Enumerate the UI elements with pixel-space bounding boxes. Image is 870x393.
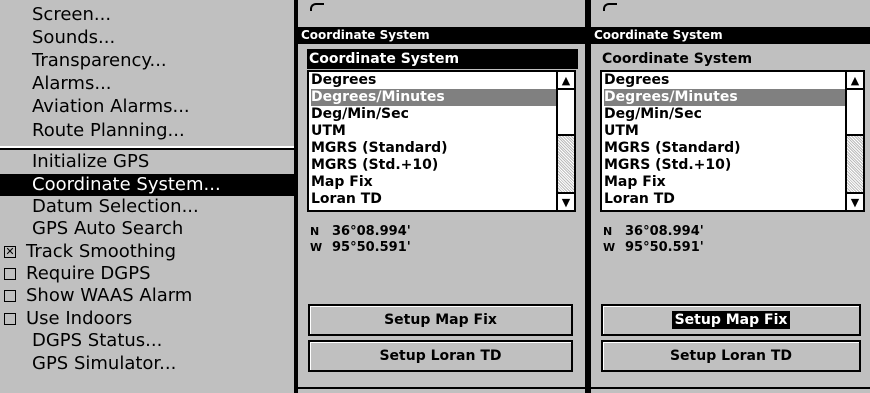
scroll-thumb[interactable]: [558, 90, 574, 136]
list-item[interactable]: MGRS (Std.+10): [311, 157, 558, 174]
menu-divider-shadow: [0, 148, 294, 150]
list-item[interactable]: Loran TD: [311, 191, 558, 208]
menu-item[interactable]: Route Planning...: [0, 120, 294, 142]
window-corner-icon: [603, 3, 617, 11]
setup-map-fix-button[interactable]: Setup Map Fix: [601, 304, 861, 336]
setup-loran-td-label: Setup Loran TD: [669, 348, 793, 364]
list-item[interactable]: MGRS (Standard): [311, 140, 558, 157]
checkbox-unchecked-icon[interactable]: [4, 268, 16, 280]
latitude-hemisphere: N: [603, 225, 613, 238]
scroll-up-icon[interactable]: ▲: [558, 72, 574, 90]
list-scrollbar[interactable]: ▲ ▼: [556, 72, 574, 210]
coordinate-system-dialog-after: Coordinate System Coordinate System Degr…: [591, 0, 870, 393]
bottom-border: [298, 387, 585, 389]
longitude-hemisphere: W: [310, 241, 323, 254]
scroll-down-icon[interactable]: ▼: [847, 192, 863, 210]
longitude-hemisphere: W: [603, 241, 616, 254]
menu-item[interactable]: Sounds...: [0, 27, 294, 49]
latitude-value: 36°08.994': [625, 224, 704, 239]
setup-loran-td-label: Setup Loran TD: [379, 348, 502, 364]
menu-item-label: Route Planning...: [32, 120, 185, 141]
dialog-title: Coordinate System: [591, 27, 870, 44]
latitude-value: 36°08.994': [332, 224, 411, 239]
menu-item-label: GPS Auto Search: [32, 218, 184, 239]
menu-item-label: Datum Selection...: [32, 196, 199, 217]
list-item[interactable]: Map Fix: [604, 174, 847, 191]
checkbox-unchecked-icon[interactable]: [4, 290, 16, 302]
section-label: Coordinate System: [307, 49, 578, 69]
menu-item[interactable]: Screen...: [0, 4, 294, 26]
list-item[interactable]: Degrees: [311, 72, 558, 89]
list-item[interactable]: Map Fix: [311, 174, 558, 191]
list-item[interactable]: Degrees/Minutes: [311, 89, 558, 106]
setup-map-fix-button[interactable]: Setup Map Fix: [308, 304, 573, 336]
menu-item[interactable]: ✕ Track Smoothing: [0, 241, 294, 263]
menu-item-label: Coordinate System...: [32, 174, 221, 195]
checkbox-checked-icon[interactable]: ✕: [4, 246, 16, 258]
menu-item-label: Sounds...: [32, 27, 116, 48]
list-item[interactable]: Degrees/Minutes: [604, 89, 847, 106]
list-item[interactable]: UTM: [311, 123, 558, 140]
dialog-title: Coordinate System: [298, 27, 585, 44]
latitude-readout: N 36°08.994': [603, 224, 704, 239]
list-item[interactable]: Deg/Min/Sec: [604, 106, 847, 123]
section-label: Coordinate System: [602, 51, 753, 67]
menu-item[interactable]: Aviation Alarms...: [0, 96, 294, 118]
menu-item-label: Alarms...: [32, 73, 112, 94]
menu-item-label: Use Indoors: [26, 308, 133, 329]
gps-setup-menu: Screen... Sounds... Transparency... Alarms.…: [0, 0, 294, 393]
list-item[interactable]: MGRS (Standard): [604, 140, 847, 157]
setup-map-fix-label: Setup Map Fix: [384, 312, 497, 328]
longitude-readout: W 95°50.591': [310, 240, 411, 255]
latitude-hemisphere: N: [310, 225, 320, 238]
setup-loran-td-button[interactable]: Setup Loran TD: [308, 340, 573, 372]
scroll-down-icon[interactable]: ▼: [558, 192, 574, 210]
coordinate-format-list[interactable]: Degrees Degrees/Minutes Deg/Min/Sec UTM MGRS…: [307, 70, 576, 212]
menu-item[interactable]: Alarms...: [0, 73, 294, 95]
menu-item[interactable]: Use Indoors: [0, 308, 294, 330]
menu-item[interactable]: Coordinate System...: [0, 174, 294, 196]
menu-item[interactable]: GPS Simulator...: [0, 353, 294, 375]
latitude-readout: N 36°08.994': [310, 224, 411, 239]
scroll-thumb[interactable]: [847, 90, 863, 136]
menu-item[interactable]: Initialize GPS: [0, 151, 294, 173]
list-item[interactable]: Degrees: [604, 72, 847, 89]
list-item[interactable]: MGRS (Std.+10): [604, 157, 847, 174]
menu-item[interactable]: GPS Auto Search: [0, 218, 294, 240]
menu-item-label: Aviation Alarms...: [32, 96, 190, 117]
menu-item-label: Track Smoothing: [26, 241, 177, 262]
menu-item[interactable]: Transparency...: [0, 50, 294, 72]
menu-item-label: Screen...: [32, 4, 112, 25]
menu-item[interactable]: Require DGPS: [0, 263, 294, 285]
menu-item[interactable]: Show WAAS Alarm: [0, 285, 294, 307]
menu-item-label: GPS Simulator...: [32, 353, 177, 374]
longitude-readout: W 95°50.591': [603, 240, 704, 255]
list-item[interactable]: UTM: [604, 123, 847, 140]
scroll-up-icon[interactable]: ▲: [847, 72, 863, 90]
longitude-value: 95°50.591': [332, 240, 411, 255]
menu-item-label: Require DGPS: [26, 263, 151, 284]
menu-item-label: Initialize GPS: [32, 151, 150, 172]
setup-loran-td-button[interactable]: Setup Loran TD: [601, 340, 861, 372]
menu-item-label: Transparency...: [32, 50, 167, 71]
list-item[interactable]: Deg/Min/Sec: [311, 106, 558, 123]
menu-item-label: DGPS Status...: [32, 330, 163, 351]
list-scrollbar[interactable]: ▲ ▼: [845, 72, 863, 210]
menu-item-label: Show WAAS Alarm: [26, 285, 193, 306]
bottom-border: [591, 387, 870, 389]
coordinate-system-dialog-before: Coordinate System Coordinate System Degr…: [298, 0, 585, 393]
checkbox-unchecked-icon[interactable]: [4, 313, 16, 325]
list-item[interactable]: Loran TD: [604, 191, 847, 208]
longitude-value: 95°50.591': [625, 240, 704, 255]
coordinate-format-list[interactable]: Degrees Degrees/Minutes Deg/Min/Sec UTM MGRS…: [600, 70, 865, 212]
window-corner-icon: [310, 3, 324, 11]
setup-map-fix-label: Setup Map Fix: [671, 311, 791, 329]
menu-item[interactable]: Datum Selection...: [0, 196, 294, 218]
menu-item[interactable]: DGPS Status...: [0, 330, 294, 352]
